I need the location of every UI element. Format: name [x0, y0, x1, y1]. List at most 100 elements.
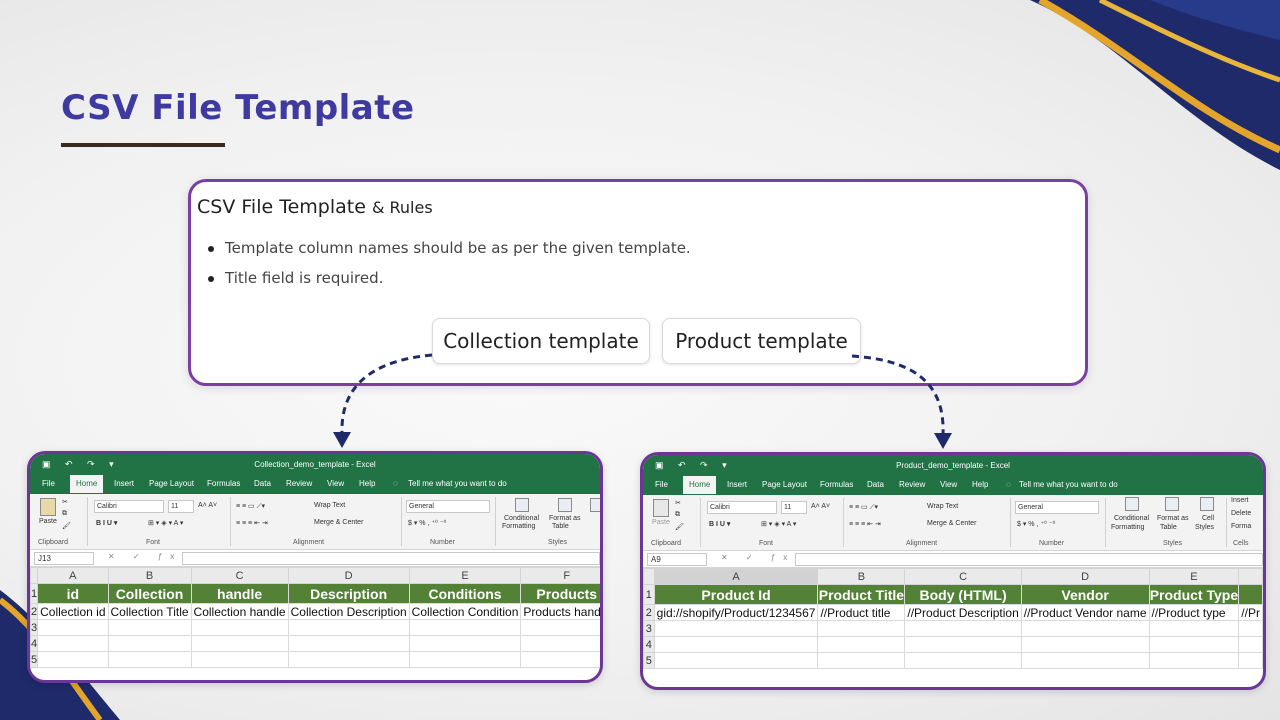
data-cell[interactable] [287, 619, 410, 636]
name-box[interactable]: J13 [34, 552, 94, 565]
data-cell[interactable] [520, 635, 600, 652]
tab-page-layout[interactable]: Page Layout [762, 480, 807, 489]
font-name-select[interactable]: Calibri [707, 501, 777, 514]
number-format-icons[interactable]: $ ▾ % , ⁺⁰ ⁻⁰ [408, 519, 446, 527]
bold-icon[interactable]: B I U ▾ [96, 519, 117, 527]
data-cell[interactable]: //Product type [1148, 604, 1240, 621]
row-header[interactable]: 5 [30, 651, 39, 668]
formatting-label[interactable]: Formatting [1111, 524, 1144, 531]
number-format-select[interactable]: General [1015, 501, 1099, 514]
column-header[interactable]: C [904, 568, 1022, 585]
paste-icon[interactable] [40, 498, 56, 516]
conditional-formatting-icon[interactable] [1125, 497, 1139, 511]
tab-data[interactable]: Data [254, 479, 271, 488]
data-cell[interactable]: Collection Condition [408, 603, 522, 620]
number-format-select[interactable]: General [406, 500, 490, 513]
header-cell[interactable]: handle [190, 583, 289, 604]
format-as-label[interactable]: Format as [549, 515, 581, 522]
row-header[interactable]: 3 [30, 619, 39, 636]
table-label[interactable]: Table [552, 523, 569, 530]
column-header[interactable]: D [287, 567, 410, 584]
data-cell[interactable]: Collection id [37, 603, 109, 620]
data-cell[interactable] [817, 636, 906, 653]
tab-help[interactable]: Help [359, 479, 375, 488]
font-size-select[interactable]: 11 [168, 500, 194, 513]
cut-icon[interactable]: ✂ [62, 498, 68, 506]
tab-data[interactable]: Data [867, 480, 884, 489]
align-top-icons[interactable]: ≡ ≡ ▭ ⟋▾ [849, 503, 878, 512]
format-cells-button[interactable]: Forma [1231, 523, 1251, 530]
header-cell[interactable]: id [37, 583, 109, 604]
header-cell[interactable]: Products [520, 583, 600, 604]
data-cell[interactable] [1148, 636, 1240, 653]
table-label[interactable]: Table [1160, 524, 1177, 531]
tab-review[interactable]: Review [899, 480, 925, 489]
align-horizontal-icons[interactable]: ≡ ≡ ≡ ⇤ ⇥ [849, 520, 881, 528]
border-fill-color-icons[interactable]: ⊞ ▾ ◈ ▾ A ▾ [148, 519, 183, 527]
copy-icon[interactable]: ⧉ [675, 511, 680, 519]
data-cell[interactable] [520, 651, 600, 668]
data-cell[interactable]: gid://shopify/Product/1234567 [653, 604, 819, 621]
product-template-button[interactable]: Product template [662, 318, 861, 364]
tab-insert[interactable]: Insert [114, 479, 134, 488]
format-as-table-icon[interactable] [558, 498, 572, 512]
data-cell[interactable]: Products handle [520, 603, 600, 620]
data-cell[interactable] [37, 619, 109, 636]
data-cell[interactable] [1238, 636, 1263, 653]
tab-view[interactable]: View [940, 480, 957, 489]
column-header[interactable]: A [37, 567, 109, 584]
data-cell[interactable] [107, 651, 192, 668]
data-cell[interactable] [37, 635, 109, 652]
data-cell[interactable] [1020, 652, 1150, 669]
row-header[interactable]: 5 [643, 652, 655, 669]
header-cell[interactable]: Product Title [817, 584, 906, 605]
data-cell[interactable]: //Product Vendor name [1020, 604, 1150, 621]
select-all-corner[interactable] [643, 568, 655, 585]
tab-file[interactable]: File [42, 479, 55, 488]
delete-cells-button[interactable]: Delete [1231, 510, 1251, 517]
row-header[interactable]: 1 [643, 584, 655, 605]
border-fill-color-icons[interactable]: ⊞ ▾ ◈ ▾ A ▾ [761, 520, 796, 528]
data-cell[interactable] [653, 652, 819, 669]
wrap-text-button[interactable]: Wrap Text [314, 502, 345, 509]
tell-me-search[interactable]: Tell me what you want to do [408, 479, 507, 488]
column-header[interactable]: B [817, 568, 906, 585]
formula-icons[interactable]: ✕ ✓ ƒx [721, 553, 795, 562]
data-cell[interactable] [408, 619, 522, 636]
tab-review[interactable]: Review [286, 479, 312, 488]
bold-icon[interactable]: B I U ▾ [709, 520, 730, 528]
data-cell[interactable] [190, 651, 289, 668]
data-cell[interactable] [904, 652, 1022, 669]
tab-formulas[interactable]: Formulas [820, 480, 853, 489]
data-cell[interactable] [408, 651, 522, 668]
copy-icon[interactable]: ⧉ [62, 510, 67, 518]
tab-insert[interactable]: Insert [727, 480, 747, 489]
insert-cells-button[interactable]: Insert [1231, 497, 1249, 504]
format-painter-icon[interactable]: 🖌 [675, 523, 684, 531]
row-header[interactable]: 4 [30, 635, 39, 652]
format-painter-icon[interactable]: 🖌 [62, 522, 71, 530]
cut-icon[interactable]: ✂ [675, 499, 681, 507]
data-cell[interactable]: Collection Description [287, 603, 410, 620]
data-cell[interactable] [904, 620, 1022, 637]
header-cell[interactable]: Description [287, 583, 410, 604]
tab-page-layout[interactable]: Page Layout [149, 479, 194, 488]
data-cell[interactable] [107, 619, 192, 636]
data-cell[interactable] [190, 619, 289, 636]
data-cell[interactable] [1020, 636, 1150, 653]
data-cell[interactable] [520, 619, 600, 636]
data-cell[interactable] [1238, 620, 1263, 637]
data-cell[interactable] [1020, 620, 1150, 637]
header-cell[interactable]: Product Id [653, 584, 819, 605]
column-header[interactable]: B [107, 567, 192, 584]
column-header[interactable] [1238, 568, 1263, 585]
conditional-label[interactable]: Conditional [504, 515, 539, 522]
tab-view[interactable]: View [327, 479, 344, 488]
header-cell[interactable]: Body (HTML) [904, 584, 1022, 605]
data-cell[interactable] [817, 620, 906, 637]
tab-home[interactable]: Home [70, 475, 104, 493]
select-all-corner[interactable] [30, 567, 39, 584]
row-header[interactable]: 1 [30, 583, 39, 604]
data-cell[interactable] [1148, 620, 1240, 637]
column-header[interactable]: E [1148, 568, 1240, 585]
